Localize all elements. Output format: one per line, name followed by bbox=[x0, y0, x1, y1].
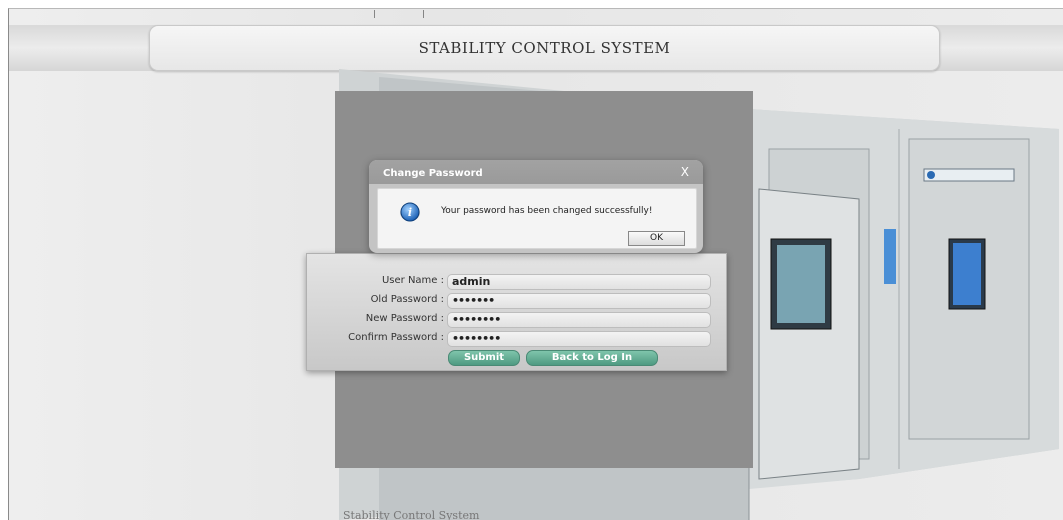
new-password-row: New Password : •••••••• bbox=[307, 312, 726, 328]
new-password-field[interactable]: •••••••• bbox=[447, 312, 711, 328]
new-password-label: New Password : bbox=[365, 313, 444, 324]
confirm-password-field[interactable]: •••••••• bbox=[447, 331, 711, 347]
ok-button[interactable]: OK bbox=[628, 231, 685, 246]
change-password-dialog: Change Password X i Your password has be… bbox=[369, 160, 703, 253]
old-password-field[interactable]: ••••••• bbox=[447, 293, 711, 309]
info-icon: i bbox=[400, 202, 420, 222]
dialog-titlebar: Change Password X bbox=[369, 160, 703, 184]
top-ticks: | | bbox=[373, 9, 447, 18]
dialog-title: Change Password bbox=[383, 168, 483, 179]
dialog-message: Your password has been changed successfu… bbox=[441, 206, 653, 216]
confirm-password-row: Confirm Password : •••••••• bbox=[307, 331, 726, 347]
username-label: User Name : bbox=[381, 275, 444, 286]
username-field[interactable]: admin bbox=[447, 274, 711, 290]
footer-text: Stability Control System bbox=[343, 509, 480, 520]
back-to-login-button[interactable]: Back to Log In bbox=[526, 350, 658, 366]
old-password-row: Old Password : ••••••• bbox=[307, 293, 726, 309]
old-password-label: Old Password : bbox=[370, 294, 444, 305]
username-row: User Name : admin bbox=[307, 274, 726, 290]
close-icon[interactable]: X bbox=[681, 165, 689, 179]
svg-text:i: i bbox=[408, 206, 412, 219]
page-frame: | | STABILITY CONTROL SYSTEM User Name :… bbox=[8, 8, 1063, 520]
dialog-body: i Your password has been changed success… bbox=[377, 188, 697, 249]
submit-button[interactable]: Submit bbox=[448, 350, 520, 366]
confirm-password-label: Confirm Password : bbox=[348, 332, 444, 343]
page-title: STABILITY CONTROL SYSTEM bbox=[418, 39, 671, 57]
change-password-form: User Name : admin Old Password : •••••••… bbox=[306, 253, 727, 371]
header-title-box: STABILITY CONTROL SYSTEM bbox=[149, 25, 940, 71]
